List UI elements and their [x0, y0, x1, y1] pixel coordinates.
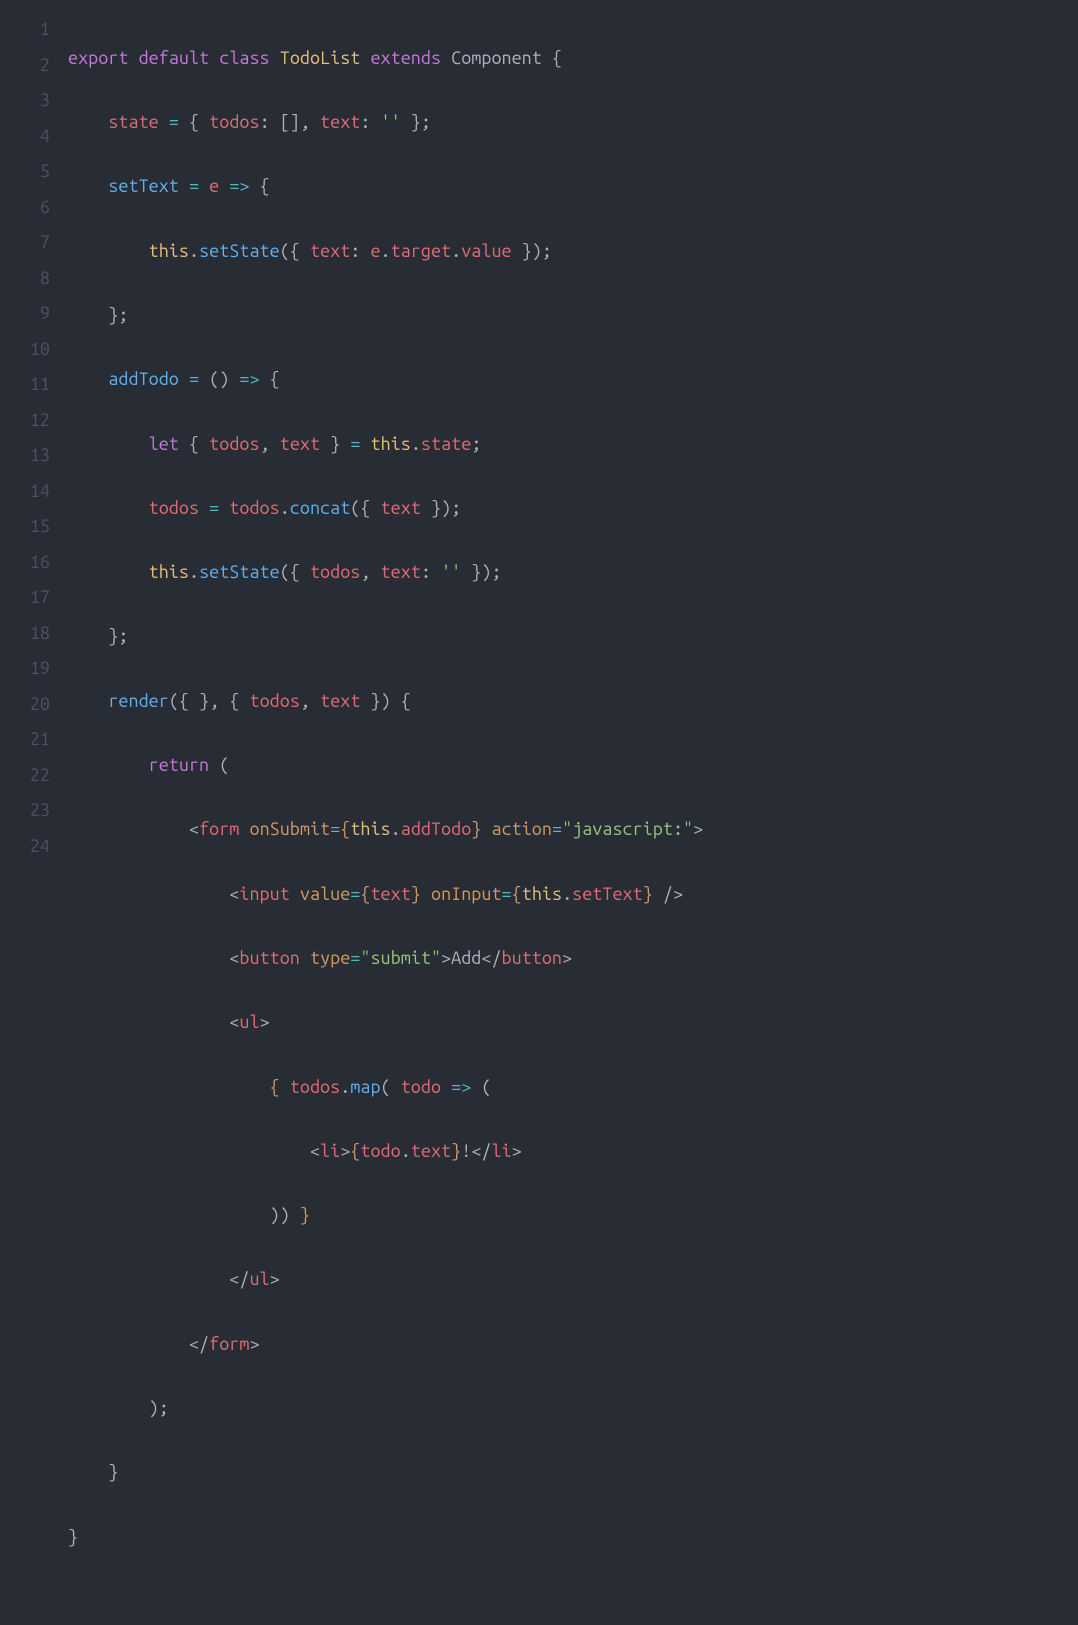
line-number: 11 [0, 367, 50, 403]
method-addtodo: addTodo [108, 369, 179, 389]
jsx-input-tag: input [239, 884, 289, 904]
line-number: 24 [0, 829, 50, 865]
code-line[interactable]: state = { todos: [], text: '' }; [68, 105, 1078, 141]
line-number: 17 [0, 580, 50, 616]
line-number: 20 [0, 687, 50, 723]
line-number: 3 [0, 83, 50, 119]
code-line[interactable]: )) } [68, 1198, 1078, 1234]
code-editor[interactable]: 1 2 3 4 5 6 7 8 9 10 11 12 13 14 15 16 1… [0, 0, 1078, 1625]
line-number: 18 [0, 616, 50, 652]
code-line[interactable]: <button type="submit">Add</button> [68, 941, 1078, 977]
jsx-ul-tag: ul [239, 1012, 259, 1032]
code-line[interactable]: addTodo = () => { [68, 362, 1078, 398]
code-line[interactable]: <input value={text} onInput={this.setTex… [68, 877, 1078, 913]
line-number: 22 [0, 758, 50, 794]
code-line[interactable]: setText = e => { [68, 169, 1078, 205]
code-line[interactable]: <li>{todo.text}!</li> [68, 1134, 1078, 1170]
code-line[interactable]: }; [68, 298, 1078, 334]
code-line[interactable]: <ul> [68, 1005, 1078, 1041]
base-class: Component [451, 48, 542, 68]
code-line[interactable]: <form onSubmit={this.addTodo} action="ja… [68, 812, 1078, 848]
code-line[interactable]: this.setState({ text: e.target.value }); [68, 234, 1078, 270]
code-line[interactable]: } [68, 1455, 1078, 1491]
prop-state: state [108, 112, 158, 132]
line-number: 23 [0, 793, 50, 829]
code-line[interactable]: return ( [68, 748, 1078, 784]
method-render: render [108, 691, 168, 711]
line-number: 9 [0, 296, 50, 332]
button-text-add: Add [451, 948, 481, 968]
line-number: 16 [0, 545, 50, 581]
line-number: 19 [0, 651, 50, 687]
brace: { [552, 48, 562, 68]
code-line[interactable]: }; [68, 619, 1078, 655]
line-number: 8 [0, 261, 50, 297]
method-settext: setText [108, 176, 179, 196]
code-line[interactable]: export default class TodoList extends Co… [68, 41, 1078, 77]
code-line[interactable]: { todos.map( todo => ( [68, 1070, 1078, 1106]
keyword-class: class [219, 48, 269, 68]
line-number: 15 [0, 509, 50, 545]
code-line[interactable]: } [68, 1520, 1078, 1556]
keyword-extends: extends [370, 48, 441, 68]
jsx-li-tag: li [320, 1141, 340, 1161]
code-line[interactable]: this.setState({ todos, text: '' }); [68, 555, 1078, 591]
code-line[interactable]: ); [68, 1391, 1078, 1427]
code-line[interactable]: </form> [68, 1327, 1078, 1363]
line-number-gutter: 1 2 3 4 5 6 7 8 9 10 11 12 13 14 15 16 1… [0, 12, 68, 1613]
code-line[interactable]: let { todos, text } = this.state; [68, 427, 1078, 463]
class-name: TodoList [280, 48, 361, 68]
line-number: 21 [0, 722, 50, 758]
line-number: 13 [0, 438, 50, 474]
line-number: 5 [0, 154, 50, 190]
code-line[interactable]: todos = todos.concat({ text }); [68, 491, 1078, 527]
jsx-button-tag: button [239, 948, 299, 968]
line-number: 7 [0, 225, 50, 261]
line-number: 6 [0, 190, 50, 226]
line-number: 1 [0, 12, 50, 48]
code-line[interactable]: render({ }, { todos, text }) { [68, 684, 1078, 720]
keyword-export: export [68, 48, 128, 68]
code-area[interactable]: export default class TodoList extends Co… [68, 12, 1078, 1613]
line-number: 10 [0, 332, 50, 368]
line-number: 4 [0, 119, 50, 155]
line-number: 12 [0, 403, 50, 439]
keyword-default: default [139, 48, 210, 68]
code-line[interactable]: </ul> [68, 1262, 1078, 1298]
jsx-form-tag: form [199, 819, 239, 839]
line-number: 2 [0, 48, 50, 84]
line-number: 14 [0, 474, 50, 510]
